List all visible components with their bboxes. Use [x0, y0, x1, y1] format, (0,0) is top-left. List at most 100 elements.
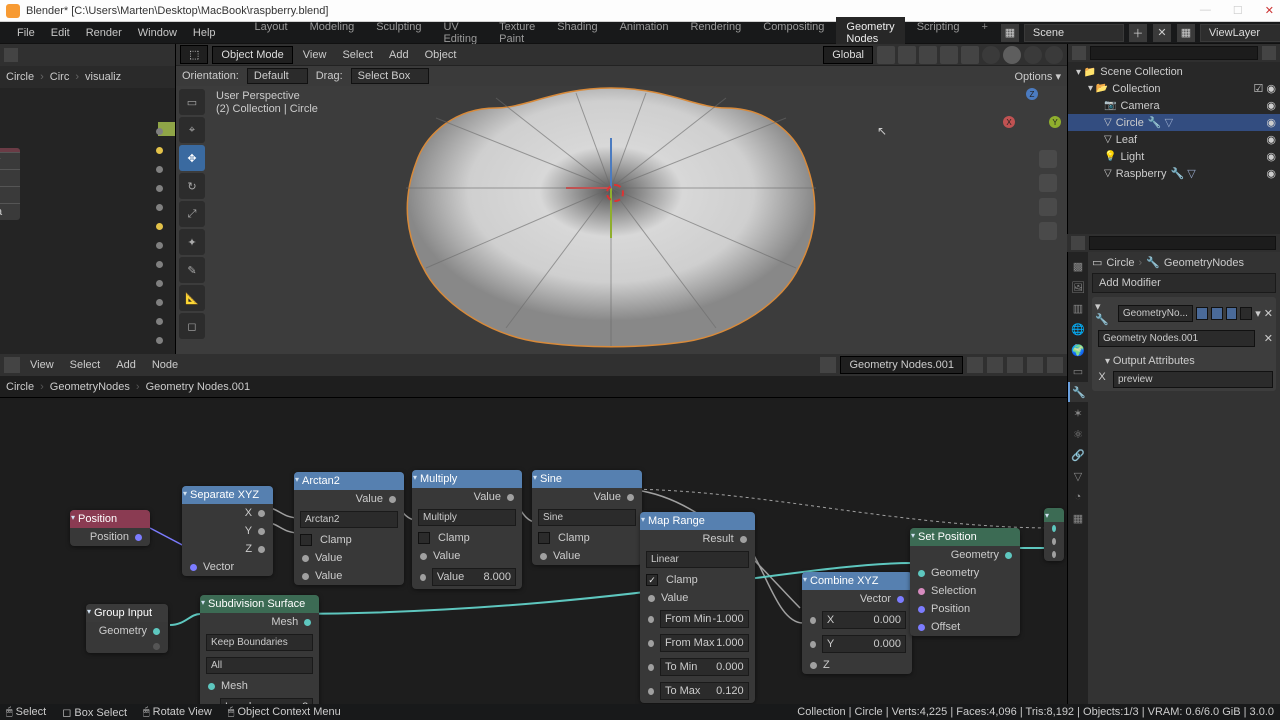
- shader-bc-1[interactable]: Circ: [50, 71, 70, 83]
- tool-select-box[interactable]: ▭: [179, 89, 205, 115]
- eye-icon[interactable]: ◉: [1266, 133, 1276, 146]
- y-field[interactable]: Y0.000: [822, 635, 906, 653]
- to-max-field[interactable]: To Max0.120: [660, 682, 749, 700]
- node-subdivision-surface[interactable]: Subdivision Surface Mesh Keep Boundaries…: [200, 595, 319, 704]
- prop-tab-render[interactable]: ▩: [1068, 256, 1088, 276]
- outliner-item-circle[interactable]: ▽ Circle 🔧 ▽ ◉: [1068, 114, 1280, 131]
- vp-menu-select[interactable]: Select: [336, 47, 379, 63]
- scene-name-field[interactable]: [1024, 24, 1124, 42]
- prop-tab-texture[interactable]: ▦: [1068, 508, 1088, 528]
- node-partial[interactable]: [1044, 508, 1064, 561]
- menu-edit[interactable]: Edit: [44, 24, 77, 42]
- to-min-field[interactable]: To Min0.000: [660, 658, 749, 676]
- shader-bc-2[interactable]: visualiz: [85, 71, 121, 83]
- node-title[interactable]: Separate XYZ: [182, 486, 273, 504]
- orientation-dropdown[interactable]: Default: [247, 68, 308, 84]
- proportional-edit-icon[interactable]: [898, 46, 916, 64]
- node-bc-1[interactable]: GeometryNodes: [50, 381, 130, 393]
- viewlayer-name-field[interactable]: [1200, 24, 1280, 42]
- mod-toggle-cage[interactable]: [1240, 307, 1252, 320]
- gizmo-toggle-icon[interactable]: [919, 46, 937, 64]
- snap-icon[interactable]: [1027, 357, 1043, 373]
- x-field[interactable]: X0.000: [822, 611, 906, 629]
- node-arctan2[interactable]: Arctan2 Value Arctan2 Clamp Value Value: [294, 472, 404, 585]
- add-modifier-dropdown[interactable]: Add Modifier: [1092, 273, 1276, 293]
- prop-tab-object[interactable]: ▭: [1068, 361, 1088, 381]
- bc-object[interactable]: Circle: [1106, 257, 1134, 269]
- prop-tab-physics[interactable]: ⚛: [1068, 424, 1088, 444]
- output-attributes-label[interactable]: Output Attributes: [1113, 355, 1195, 367]
- outliner-item-leaf[interactable]: ▽ Leaf ◉: [1068, 131, 1280, 148]
- value-field[interactable]: Value8.000: [432, 568, 516, 586]
- node-title[interactable]: Multiply: [412, 470, 522, 488]
- overlay-toggle-icon[interactable]: [940, 46, 958, 64]
- node-menu-view[interactable]: View: [24, 357, 60, 373]
- pan-icon[interactable]: [1039, 174, 1057, 192]
- fake-user-icon[interactable]: [987, 357, 1003, 373]
- tool-transform[interactable]: ✦: [179, 229, 205, 255]
- node-multiply[interactable]: Multiply Value Multiply Clamp Value Valu…: [412, 470, 522, 589]
- nodegroup-name[interactable]: Geometry Nodes.001: [840, 356, 963, 374]
- node-menu-select[interactable]: Select: [64, 357, 107, 373]
- node-title[interactable]: Sine: [532, 470, 642, 488]
- editor-type-icon[interactable]: [4, 48, 18, 62]
- node-combine-xyz[interactable]: Combine XYZ Vector X0.000 Y0.000 Z: [802, 572, 912, 674]
- nav-gizmo[interactable]: ZYX: [1003, 88, 1061, 146]
- node-map-range[interactable]: Map Range Result Linear Clamp Value From…: [640, 512, 755, 703]
- outliner-item-camera[interactable]: 📷 Camera ◉: [1068, 97, 1280, 114]
- node-menu-node[interactable]: Node: [146, 357, 184, 373]
- prop-tab-particles[interactable]: ✶: [1068, 403, 1088, 423]
- prop-tab-output[interactable]: 🖼: [1068, 277, 1088, 297]
- tool-addcube[interactable]: ◻: [179, 313, 205, 339]
- node-title[interactable]: Arctan2: [294, 472, 404, 490]
- node-title[interactable]: Map Range: [640, 512, 755, 530]
- node-set-position[interactable]: Set Position Geometry Geometry Selection…: [910, 528, 1020, 636]
- boundary-dropdown[interactable]: Keep Boundaries: [206, 634, 313, 651]
- mini-attribute-node[interactable]: Color ector Fac Alpha: [0, 148, 20, 220]
- scene-delete-icon[interactable]: ✕: [1153, 24, 1171, 42]
- prop-tab-material[interactable]: ◔: [1068, 487, 1088, 507]
- mod-dropdown-icon[interactable]: ▾: [1255, 307, 1261, 320]
- node-sine[interactable]: Sine Value Sine Clamp Value: [532, 470, 642, 565]
- maximize-button[interactable]: ☐: [1233, 4, 1243, 17]
- tool-scale[interactable]: ⤢: [179, 201, 205, 227]
- menu-window[interactable]: Window: [131, 24, 184, 42]
- menu-help[interactable]: Help: [186, 24, 223, 42]
- shading-solid-icon[interactable]: [1003, 46, 1021, 64]
- node-title[interactable]: Group Input: [86, 604, 168, 622]
- attr-value-field[interactable]: preview: [1113, 371, 1273, 388]
- node-separate-xyz[interactable]: Separate XYZ X Y Z Vector: [182, 486, 273, 576]
- scene-new-icon[interactable]: ＋: [1129, 24, 1147, 42]
- node-title[interactable]: Set Position: [910, 528, 1020, 546]
- uv-smooth-dropdown[interactable]: All: [206, 657, 313, 674]
- shading-wireframe-icon[interactable]: [982, 46, 1000, 64]
- from-min-field[interactable]: From Min-1.000: [660, 610, 749, 628]
- camera-view-icon[interactable]: [1039, 198, 1057, 216]
- properties-type-icon[interactable]: [1071, 236, 1085, 250]
- prop-tab-viewlayer[interactable]: ▥: [1068, 298, 1088, 318]
- node-title[interactable]: [1044, 508, 1064, 522]
- shader-bc-0[interactable]: Circle: [6, 71, 34, 83]
- node-position[interactable]: Position Position: [70, 510, 150, 546]
- prop-tab-data[interactable]: ▽: [1068, 466, 1088, 486]
- eye-icon[interactable]: ◉: [1266, 150, 1276, 163]
- eye-icon[interactable]: ◉: [1266, 82, 1276, 95]
- overlay-icon[interactable]: [1047, 357, 1063, 373]
- tool-cursor[interactable]: ⌖: [179, 117, 205, 143]
- vp-menu-add[interactable]: Add: [383, 47, 415, 63]
- transform-orientation[interactable]: Global: [823, 46, 873, 64]
- mode-dropdown[interactable]: Object Mode: [212, 46, 292, 64]
- editor-type-dropdown[interactable]: ⬚: [180, 45, 208, 64]
- exclude-checkbox[interactable]: ☑: [1254, 82, 1264, 95]
- snap-icon[interactable]: [877, 46, 895, 64]
- mod-toggle-render[interactable]: [1226, 307, 1238, 320]
- scene-browse-icon[interactable]: ▦: [1001, 24, 1019, 42]
- vp-menu-view[interactable]: View: [297, 47, 333, 63]
- clamp-checkbox[interactable]: [300, 534, 312, 546]
- zoom-icon[interactable]: [1039, 150, 1057, 168]
- node-title[interactable]: Subdivision Surface: [200, 595, 319, 613]
- eye-icon[interactable]: ◉: [1266, 116, 1276, 129]
- node-title[interactable]: Position: [70, 510, 150, 528]
- tool-move[interactable]: ✥: [179, 145, 205, 171]
- outliner-item-light[interactable]: 💡 Light ◉: [1068, 148, 1280, 165]
